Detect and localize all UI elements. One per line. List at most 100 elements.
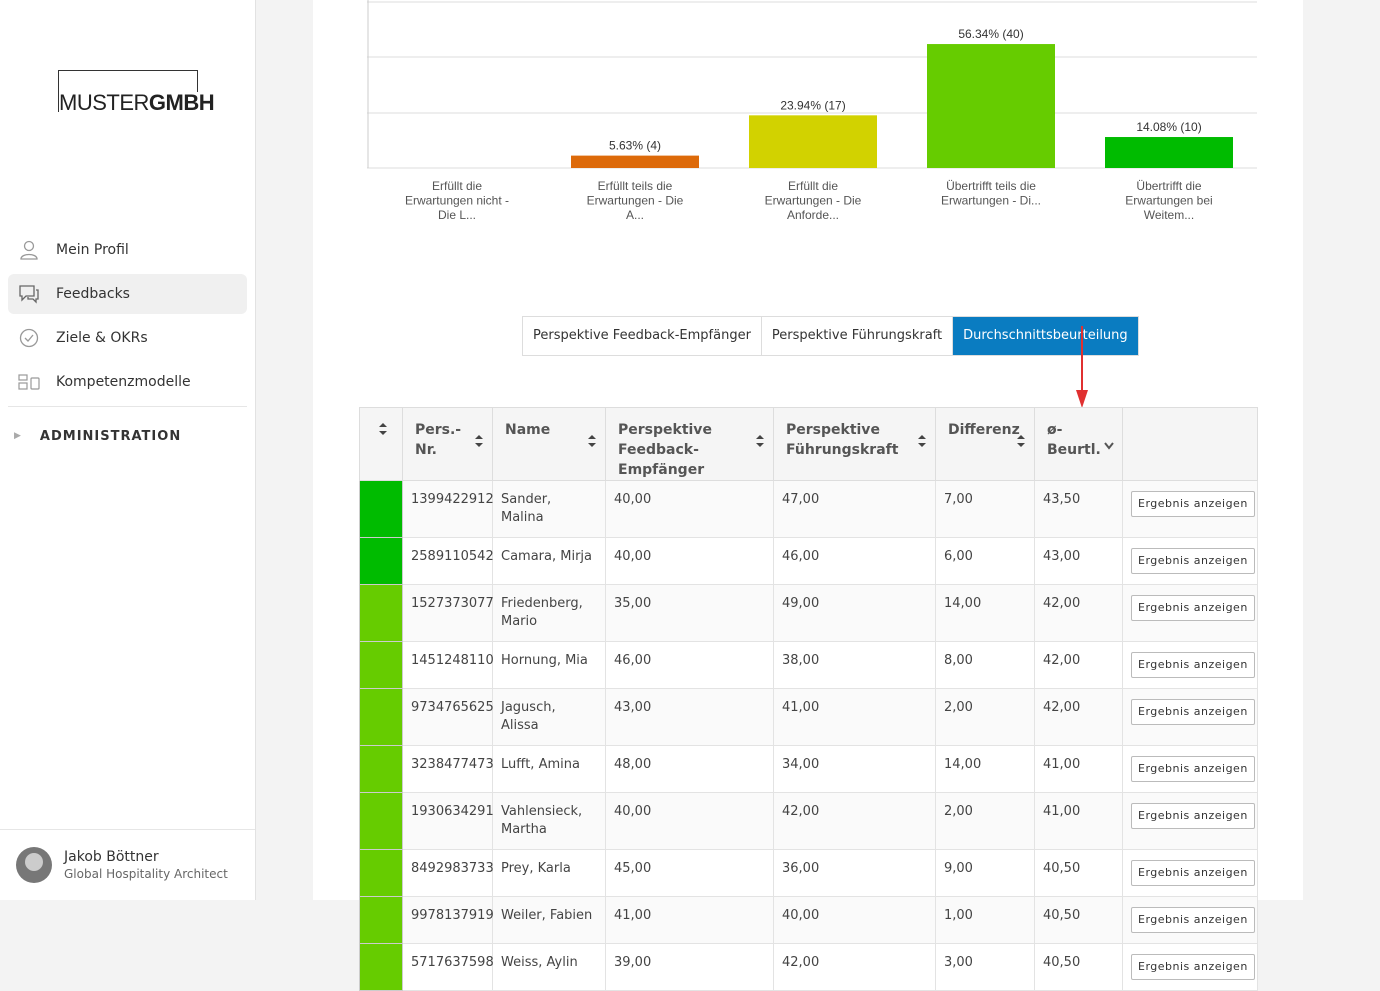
rating-color-indicator: [359, 641, 403, 689]
ergebnis-anzeigen-button[interactable]: Ergebnis anzeigen: [1131, 803, 1255, 829]
nav-item-kompetenzmodelle[interactable]: Kompetenzmodelle: [8, 362, 247, 402]
differenz-cell: 14,00: [935, 584, 1035, 642]
pers-nr-cell: 3238477473: [402, 745, 494, 793]
tab-fuehrungskraft[interactable]: Perspektive Führungskraft: [762, 317, 954, 355]
differenz-cell: 9,00: [935, 849, 1035, 897]
differenz-cell: 7,00: [935, 480, 1035, 538]
model-grid-icon: [18, 371, 40, 393]
nav-label-kompetenzmodelle: Kompetenzmodelle: [56, 374, 191, 390]
chart-category-label: Erwartungen - Di...: [941, 194, 1041, 208]
column-header[interactable]: Perspektive Feedback- Empfänger: [605, 407, 774, 481]
feedback-empfaenger-cell: 40,00: [605, 537, 774, 585]
rating-color-indicator: [359, 584, 403, 642]
ergebnis-anzeigen-button[interactable]: Ergebnis anzeigen: [1131, 491, 1255, 517]
action-cell: Ergebnis anzeigen: [1122, 943, 1258, 991]
action-cell: Ergebnis anzeigen: [1122, 792, 1258, 850]
table-row: 1399422912 Sander, Malina 40,00 47,00 7,00 43…: [359, 480, 1258, 538]
name-cell: Weiss, Aylin: [492, 943, 606, 991]
fuehrungskraft-cell: 34,00: [773, 745, 936, 793]
differenz-cell: 2,00: [935, 688, 1035, 746]
user-profile-footer[interactable]: Jakob Böttner Global Hospitality Archite…: [0, 829, 255, 900]
nav-item-ziele-okrs[interactable]: Ziele & OKRs: [8, 318, 247, 358]
fuehrungskraft-cell: 42,00: [773, 943, 936, 991]
sidebar: MUSTERGMBH Mein Profil Feedbacks Ziele &…: [0, 0, 256, 900]
ergebnis-anzeigen-button[interactable]: Ergebnis anzeigen: [1131, 860, 1255, 886]
sort-icon[interactable]: [378, 422, 388, 442]
ergebnis-anzeigen-button[interactable]: Ergebnis anzeigen: [1131, 907, 1255, 933]
ergebnis-anzeigen-button[interactable]: Ergebnis anzeigen: [1131, 652, 1255, 678]
name-cell: Hornung, Mia: [492, 641, 606, 689]
chart-data-label: 5.63% (4): [609, 139, 661, 153]
chart-data-label: 56.34% (40): [958, 27, 1023, 41]
nav-item-mein-profil[interactable]: Mein Profil: [8, 230, 247, 270]
feedback-empfaenger-cell: 40,00: [605, 792, 774, 850]
check-circle-icon: [18, 327, 40, 349]
rating-color-indicator: [359, 688, 403, 746]
ergebnis-anzeigen-button[interactable]: Ergebnis anzeigen: [1131, 548, 1255, 574]
chart-category-label: Erfüllt teils die: [598, 179, 673, 193]
action-cell: Ergebnis anzeigen: [1122, 688, 1258, 746]
ergebnis-anzeigen-button[interactable]: Ergebnis anzeigen: [1131, 756, 1255, 782]
pers-nr-cell: 8492983733: [402, 849, 494, 897]
perspective-tabs: Perspektive Feedback-Empfänger Perspekti…: [522, 316, 1139, 356]
column-header[interactable]: Differenz: [935, 407, 1035, 481]
action-cell: Ergebnis anzeigen: [1122, 849, 1258, 897]
column-header-label: Perspektive Führungskraft: [786, 422, 899, 458]
chart-category-label: Erwartungen - Die: [587, 194, 684, 208]
ergebnis-anzeigen-button[interactable]: Ergebnis anzeigen: [1131, 699, 1255, 725]
table-row: 1451248110 Hornung, Mia 46,00 38,00 8,00 42,0…: [359, 641, 1258, 689]
differenz-cell: 14,00: [935, 745, 1035, 793]
admin-label: ADMINISTRATION: [39, 428, 182, 444]
nav-item-feedbacks[interactable]: Feedbacks: [8, 274, 247, 314]
column-header[interactable]: Perspektive Führungskraft: [773, 407, 936, 481]
tab-durchschnittsbeurteilung[interactable]: Durchschnittsbeurteilung: [953, 317, 1138, 355]
company-logo[interactable]: MUSTERGMBH: [58, 70, 219, 115]
chart-category-label: Übertrifft die: [1136, 179, 1201, 193]
sort-icon[interactable]: [917, 434, 927, 454]
column-header[interactable]: Pers.- Nr.: [402, 407, 493, 481]
pers-nr-cell: 5717637598: [402, 943, 494, 991]
name-cell: Friedenberg, Mario: [492, 584, 606, 642]
name-cell: Camara, Mirja: [492, 537, 606, 585]
column-header: [1122, 407, 1258, 481]
feedback-empfaenger-cell: 45,00: [605, 849, 774, 897]
chart-bar: [927, 44, 1055, 168]
chart-category-label: Erfüllt die: [432, 179, 482, 193]
pers-nr-cell: 9978137919: [402, 896, 494, 944]
fuehrungskraft-cell: 46,00: [773, 537, 936, 585]
fuehrungskraft-cell: 38,00: [773, 641, 936, 689]
action-cell: Ergebnis anzeigen: [1122, 480, 1258, 538]
column-header[interactable]: [359, 407, 403, 481]
chart-category-label: Weitem...: [1144, 208, 1194, 222]
rating-color-indicator: [359, 849, 403, 897]
sort-icon[interactable]: [587, 434, 597, 454]
feedback-empfaenger-cell: 35,00: [605, 584, 774, 642]
column-header[interactable]: ø- Beurtl.: [1034, 407, 1123, 481]
name-cell: Jagusch, Alissa: [492, 688, 606, 746]
chart-category-label: Übertrifft teils die: [946, 179, 1036, 193]
chart-bar: [1105, 137, 1233, 168]
logo-text-muster: MUSTER: [59, 90, 149, 115]
column-header-label: Name: [505, 422, 551, 438]
fuehrungskraft-cell: 40,00: [773, 896, 936, 944]
tab-feedback-empfaenger[interactable]: Perspektive Feedback-Empfänger: [523, 317, 762, 355]
ergebnis-anzeigen-button[interactable]: Ergebnis anzeigen: [1131, 954, 1255, 980]
ergebnis-anzeigen-button[interactable]: Ergebnis anzeigen: [1131, 595, 1255, 621]
chart-category-label: Erwartungen bei: [1125, 194, 1212, 208]
fuehrungskraft-cell: 49,00: [773, 584, 936, 642]
nav-label-ziele-okrs: Ziele & OKRs: [56, 330, 148, 346]
rating-color-indicator: [359, 943, 403, 991]
column-header[interactable]: Name: [492, 407, 606, 481]
sort-icon[interactable]: [755, 434, 765, 454]
durchschnitt-cell: 42,00: [1034, 584, 1123, 642]
sort-icon[interactable]: [474, 434, 484, 454]
chart-category-label: Anforde...: [787, 208, 839, 222]
sort-desc-icon[interactable]: [1104, 436, 1114, 456]
sort-icon[interactable]: [1016, 434, 1026, 454]
chart-category-label: Erwartungen nicht -: [405, 194, 509, 208]
action-cell: Ergebnis anzeigen: [1122, 641, 1258, 689]
action-cell: Ergebnis anzeigen: [1122, 896, 1258, 944]
nav-label-mein-profil: Mein Profil: [56, 242, 129, 258]
admin-section-toggle[interactable]: ▶ ADMINISTRATION: [8, 407, 247, 465]
durchschnitt-cell: 40,50: [1034, 943, 1123, 991]
